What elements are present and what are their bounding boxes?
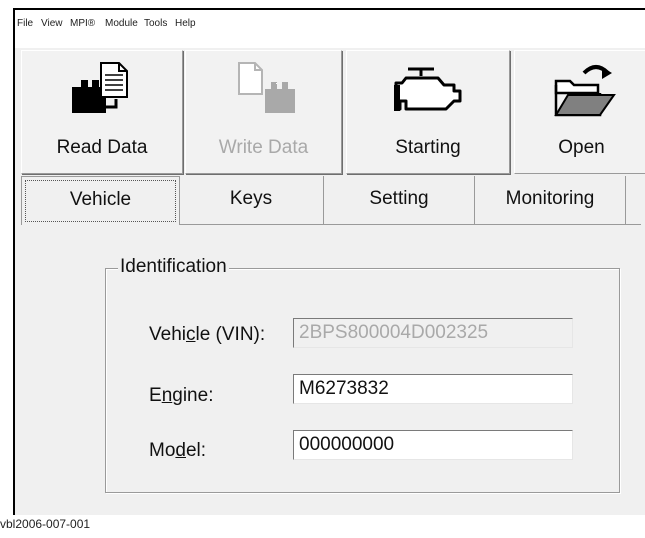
write-data-icon: [186, 61, 341, 123]
engine-icon: [347, 61, 509, 123]
vehicle-tab-panel: Identification Vehicle (VIN): Engine: Mo…: [21, 228, 645, 515]
engine-field[interactable]: [293, 374, 573, 404]
tab-bar: Vehicle Keys Setting Monitoring: [21, 176, 645, 228]
menu-help[interactable]: Help: [175, 18, 196, 29]
tab-keys-label: Keys: [229, 188, 273, 209]
menu-view[interactable]: View: [41, 18, 63, 29]
tab-setting[interactable]: Setting: [324, 176, 475, 224]
tab-divider: [179, 224, 641, 225]
figure-caption: vbl2006-007-001: [0, 517, 91, 531]
read-data-label: Read Data: [56, 137, 148, 158]
write-data-label: Write Data: [218, 137, 309, 158]
read-data-button[interactable]: Read Data: [21, 50, 183, 174]
application-window: File View MPI® Module Tools Help Read Da…: [13, 8, 645, 515]
menu-module[interactable]: Module: [105, 18, 138, 29]
identification-title: Identification: [118, 256, 229, 278]
engine-label: Engine:: [149, 385, 214, 406]
starting-label: Starting: [395, 137, 461, 158]
tab-monitoring-label: Monitoring: [505, 188, 595, 209]
tab-keys[interactable]: Keys: [179, 176, 324, 224]
write-data-button[interactable]: Write Data: [185, 50, 342, 174]
read-data-icon: [22, 61, 182, 123]
model-field[interactable]: [293, 430, 573, 460]
vin-field[interactable]: [293, 318, 573, 348]
starting-button[interactable]: Starting: [346, 50, 510, 174]
open-folder-icon: [515, 61, 645, 123]
tab-setting-label: Setting: [369, 188, 429, 209]
vin-label: Vehicle (VIN):: [149, 324, 266, 345]
menu-mpi[interactable]: MPI®: [70, 18, 95, 29]
toolbar: Read Data Write Data Starting Open: [21, 50, 645, 174]
tab-monitoring[interactable]: Monitoring: [475, 176, 626, 224]
tab-vehicle[interactable]: Vehicle: [21, 176, 180, 225]
open-label: Open: [558, 137, 605, 158]
tab-focus-ring: [25, 180, 176, 222]
menu-tools[interactable]: Tools: [144, 18, 167, 29]
menu-file[interactable]: File: [17, 18, 33, 29]
open-button[interactable]: Open: [514, 50, 645, 174]
menu-bar: File View MPI® Module Tools Help: [15, 10, 645, 48]
model-label: Model:: [149, 440, 207, 461]
